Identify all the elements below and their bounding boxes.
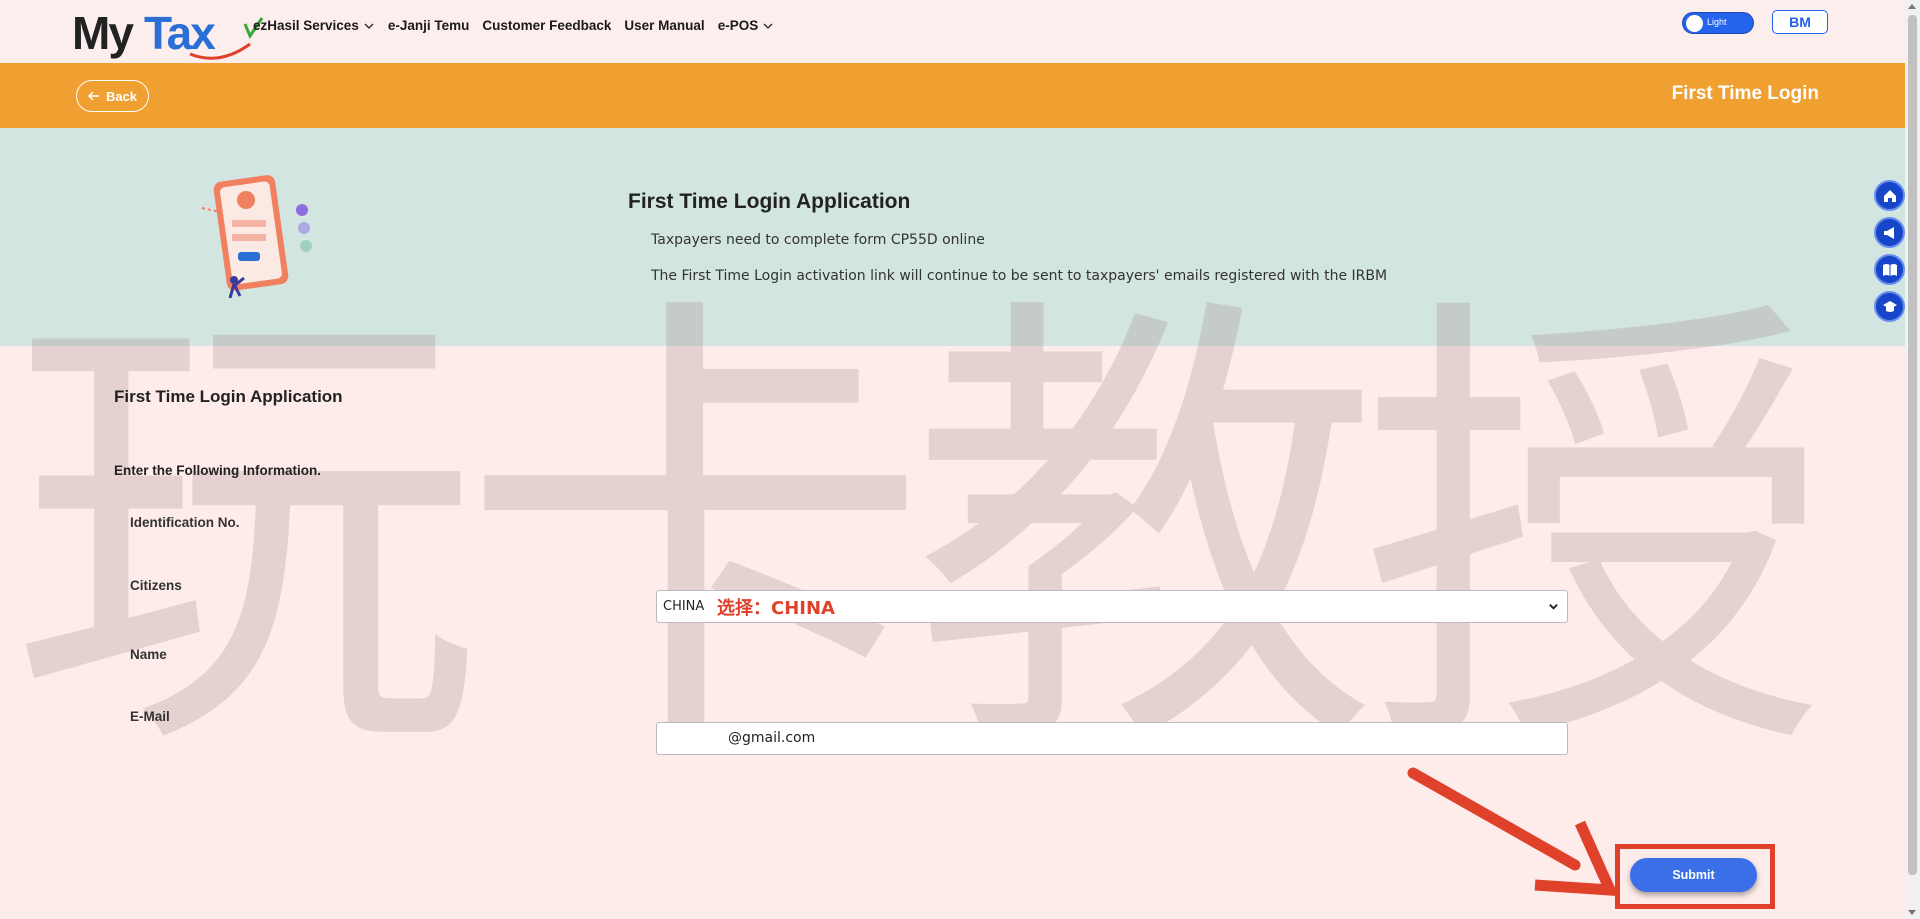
side-quick-links: [1874, 180, 1905, 322]
logo-text-my: My: [72, 7, 134, 59]
megaphone-icon[interactable]: [1874, 217, 1905, 248]
back-button[interactable]: Back: [76, 80, 149, 112]
banner-line-1: Taxpayers need to complete form CP55D on…: [651, 232, 985, 248]
graduation-cap-icon[interactable]: [1874, 291, 1905, 322]
name-label: Name: [130, 647, 167, 662]
theme-toggle[interactable]: Light: [1682, 12, 1754, 34]
banner-line-2: The First Time Login activation link wil…: [651, 268, 1388, 284]
nav-e-janji-temu[interactable]: e-Janji Temu: [388, 18, 470, 33]
citizens-annotation: 选择：CHINA: [717, 597, 835, 619]
scrollbar-thumb[interactable]: [1908, 15, 1917, 875]
banner-title: First Time Login Application: [628, 190, 911, 213]
email-label: E-Mail: [130, 709, 170, 724]
scroll-down-arrow-icon[interactable]: [1908, 910, 1916, 915]
nav-user-manual[interactable]: User Manual: [624, 18, 704, 33]
email-field[interactable]: @gmail.com: [656, 722, 1568, 755]
chevron-down-icon: [364, 23, 374, 29]
mytax-logo[interactable]: My Tax: [72, 6, 264, 60]
form-instruction: Enter the Following Information.: [114, 463, 321, 478]
nav-label: Customer Feedback: [482, 18, 612, 33]
annotation-arrow-icon: [1407, 767, 1619, 897]
book-icon[interactable]: [1874, 254, 1905, 285]
page-title: First Time Login: [1671, 83, 1819, 104]
citizens-select[interactable]: CHINA 选择：CHINA: [656, 590, 1568, 623]
citizens-label: Citizens: [130, 578, 182, 593]
scroll-up-arrow-icon[interactable]: [1908, 4, 1916, 9]
chevron-down-icon: [763, 23, 773, 29]
citizens-selected-value: CHINA: [663, 599, 705, 614]
nav-label: ezHasil Services: [253, 18, 359, 33]
home-icon[interactable]: [1874, 180, 1905, 211]
nav-label: e-Janji Temu: [387, 18, 470, 33]
language-button[interactable]: BM: [1772, 10, 1828, 34]
back-label: Back: [105, 88, 138, 104]
theme-toggle-label: Light: [1707, 17, 1727, 27]
info-banner: First Time Login Application Taxpayers n…: [0, 128, 1905, 346]
nav-customer-feedback[interactable]: Customer Feedback: [482, 18, 611, 33]
login-illustration-icon: [201, 175, 312, 299]
nav-label: User Manual: [624, 18, 705, 33]
nav-ezhasil-services[interactable]: ezHasil Services: [253, 18, 375, 33]
submit-button[interactable]: Submit: [1630, 858, 1757, 892]
page-header: Back First Time Login: [0, 63, 1905, 128]
nav-e-pos[interactable]: e-POS: [718, 18, 775, 33]
arrow-left-icon: [87, 91, 99, 101]
chevron-down-icon: [1549, 604, 1558, 610]
identification-label: Identification No.: [130, 515, 240, 530]
toggle-knob: [1686, 15, 1703, 32]
form-title: First Time Login Application: [114, 387, 343, 406]
nav-label: e-POS: [717, 18, 759, 33]
vertical-scrollbar[interactable]: [1905, 0, 1920, 919]
top-navbar: My Tax ezHasil Services e-Janji Temu Cus…: [0, 0, 1905, 63]
main-nav: ezHasil Services e-Janji Temu Customer F…: [253, 18, 774, 33]
